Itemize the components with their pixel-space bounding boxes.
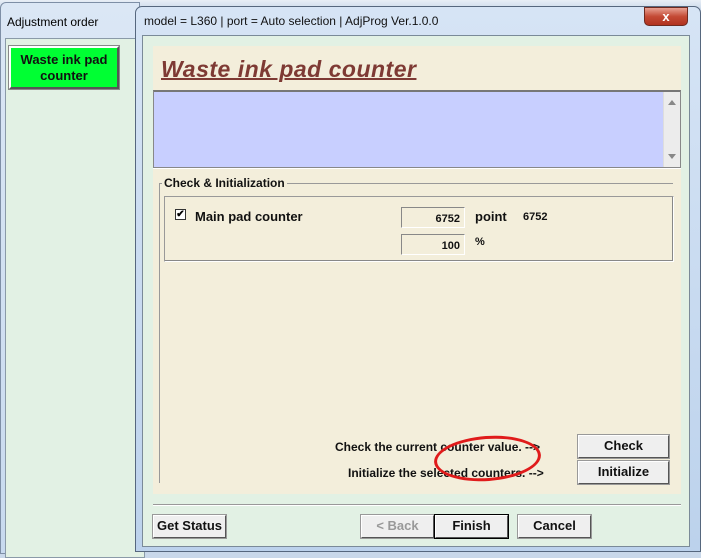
main-pad-counter-checkbox[interactable]: ✔ [175, 209, 186, 220]
group-label: Check & Initialization [162, 176, 287, 190]
adjprog-dialog: model = L360 | port = Auto selection | A… [135, 6, 701, 552]
dialog-client: Waste ink pad counter Check & Initializa… [142, 35, 690, 547]
counter-raw-value: 6752 [523, 211, 548, 223]
close-button[interactable]: x [644, 7, 688, 26]
back-button[interactable]: < Back [360, 514, 435, 539]
main-panel: Check & Initialization ✔ Main pad counte… [153, 168, 681, 494]
cancel-button[interactable]: Cancel [517, 514, 592, 539]
adjustment-order-window: Adjustment order Waste ink pad counter [0, 2, 145, 558]
check-button[interactable]: Check [577, 434, 670, 459]
waste-ink-pad-counter-item[interactable]: Waste ink pad counter [8, 45, 120, 90]
close-icon: x [662, 9, 670, 24]
dialog-title: model = L360 | port = Auto selection | A… [144, 14, 439, 28]
vertical-scrollbar[interactable] [663, 92, 680, 167]
counter-label: Main pad counter [195, 209, 303, 224]
counter-unit: point [475, 209, 507, 224]
counter-percent-field: 100 [401, 234, 465, 255]
percent-unit: % [475, 236, 485, 248]
scroll-down-icon[interactable] [668, 154, 676, 159]
counter-value-field: 6752 [401, 207, 465, 228]
message-textarea[interactable] [153, 90, 681, 168]
window-title: Adjustment order [7, 15, 99, 29]
counter-row: ✔ Main pad counter 6752 point 6752 100 % [164, 196, 674, 262]
separator [153, 504, 681, 506]
page-header: Waste ink pad counter [153, 46, 681, 90]
page-title: Waste ink pad counter [161, 56, 417, 82]
adjustment-order-list [5, 38, 145, 558]
initialize-button[interactable]: Initialize [577, 460, 670, 485]
finish-button[interactable]: Finish [434, 514, 509, 539]
get-status-button[interactable]: Get Status [152, 514, 227, 539]
scroll-up-icon[interactable] [668, 100, 676, 105]
